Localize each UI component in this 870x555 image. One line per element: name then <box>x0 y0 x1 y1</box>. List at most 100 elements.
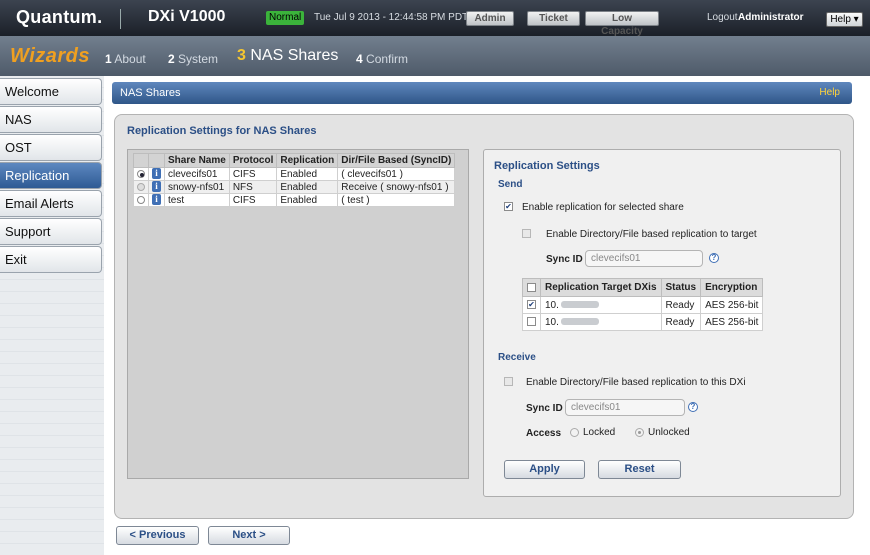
target-checkbox[interactable] <box>527 317 536 327</box>
sidebar-item-email-alerts[interactable]: Email Alerts <box>0 190 102 217</box>
access-unlocked-option[interactable]: Unlocked <box>635 427 690 438</box>
info-icon[interactable]: i <box>152 168 161 180</box>
info-icon[interactable]: i <box>152 181 161 193</box>
logout-link[interactable]: Logout <box>707 12 738 23</box>
settings-title: Replication Settings <box>494 160 600 172</box>
row-info-cell[interactable]: i <box>148 180 165 194</box>
access-label: Access <box>526 428 562 439</box>
step-label: About <box>114 52 146 66</box>
select-all-targets-header[interactable] <box>522 278 541 297</box>
row-radio-cell[interactable] <box>133 180 149 194</box>
table-row[interactable]: 10. Ready AES 256-bit <box>522 313 764 331</box>
step-label: Confirm <box>366 52 409 66</box>
enable-replication-checkbox[interactable]: ✔ <box>504 202 513 211</box>
wizard-bar: Wizards 1 About 2 System 3 NAS Shares 4 … <box>0 36 870 76</box>
section-title: Replication Settings for NAS Shares <box>127 125 317 137</box>
user-name: Administrator <box>738 12 804 23</box>
replication-settings-panel: Replication Settings Send ✔ Enable repli… <box>483 149 841 497</box>
sidebar-item-replication[interactable]: Replication <box>0 162 102 189</box>
step-label: NAS Shares <box>250 47 339 64</box>
wizard-step-nas-shares[interactable]: 3 NAS Shares <box>237 47 338 65</box>
top-bar: Quantum. DXi V1000 Normal Tue Jul 9 2013… <box>0 0 870 37</box>
send-sync-id-input[interactable]: clevecifs01 <box>585 250 703 267</box>
target-ip-cell: 10. <box>540 296 662 314</box>
column-header-share-name[interactable]: Share Name <box>164 153 230 168</box>
target-encryption-cell: AES 256-bit <box>700 313 764 331</box>
apply-button[interactable]: Apply <box>504 460 585 479</box>
product-name: DXi V1000 <box>148 8 226 25</box>
system-datetime: Tue Jul 9 2013 - 12:44:58 PM PDT <box>314 12 469 23</box>
receive-sync-id-input[interactable]: clevecifs01 <box>565 399 685 416</box>
reset-button[interactable]: Reset <box>598 460 681 479</box>
wizard-step-about[interactable]: 1 About <box>105 52 146 66</box>
wizard-step-confirm[interactable]: 4 Confirm <box>356 52 408 66</box>
sync-id-cell: ( clevecifs01 ) <box>337 167 456 181</box>
select-all-targets-checkbox[interactable] <box>527 282 536 292</box>
target-ip-cell: 10. <box>540 313 662 331</box>
step-number: 2 <box>168 52 175 66</box>
wizard-step-system[interactable]: 2 System <box>168 52 218 66</box>
target-checkbox-cell[interactable] <box>522 313 541 331</box>
column-header-status: Status <box>660 278 702 297</box>
row-select-radio[interactable] <box>137 182 145 191</box>
sync-id-cell: ( test ) <box>337 193 456 207</box>
enable-dir-based-send-label: Enable Directory/File based replication … <box>546 229 757 240</box>
info-icon[interactable]: i <box>152 194 161 206</box>
target-checkbox[interactable]: ✔ <box>527 300 536 310</box>
target-status-cell: Ready <box>660 296 702 314</box>
ticket-button[interactable]: Ticket <box>527 11 580 26</box>
page-title-bar: NAS Shares Help <box>112 82 852 104</box>
brand-divider <box>120 9 121 29</box>
sidebar-item-welcome[interactable]: Welcome <box>0 78 102 105</box>
column-header-sync-id[interactable]: Dir/File Based (SyncID) <box>337 153 456 168</box>
column-header-target-dxi: Replication Target DXis <box>540 278 662 297</box>
table-row[interactable]: i test CIFS Enabled ( test ) <box>133 193 456 207</box>
table-row[interactable]: i snowy-nfs01 NFS Enabled Receive ( snow… <box>133 180 456 194</box>
row-select-radio[interactable] <box>137 169 145 178</box>
sidebar-item-support[interactable]: Support <box>0 218 102 245</box>
column-header-replication[interactable]: Replication <box>276 153 339 168</box>
help-menu-button[interactable]: Help ▾ <box>826 12 863 27</box>
send-section-label: Send <box>498 179 523 190</box>
share-table: Share Name Protocol Replication Dir/File… <box>133 153 456 207</box>
enable-dir-based-send-checkbox[interactable] <box>522 229 531 238</box>
access-locked-option[interactable]: Locked <box>570 427 615 438</box>
previous-button[interactable]: < Previous <box>116 526 199 545</box>
access-unlocked-label: Unlocked <box>648 427 690 438</box>
access-unlocked-radio[interactable] <box>635 427 644 437</box>
protocol-cell: CIFS <box>228 193 278 207</box>
help-question-icon[interactable]: ? <box>688 402 698 412</box>
status-badge[interactable]: Normal <box>266 11 305 25</box>
row-info-cell[interactable]: i <box>148 167 165 181</box>
content-panel: Replication Settings for NAS Shares Shar… <box>114 114 854 519</box>
page-title: NAS Shares <box>120 87 181 99</box>
help-question-icon[interactable]: ? <box>709 253 719 263</box>
low-capacity-button[interactable]: Low Capacity <box>585 11 659 37</box>
row-radio-cell[interactable] <box>133 193 149 207</box>
sync-id-cell: Receive ( snowy-nfs01 ) <box>337 180 456 194</box>
replication-cell: Enabled <box>276 180 339 194</box>
protocol-cell: NFS <box>228 180 278 194</box>
help-link[interactable]: Help <box>819 82 840 104</box>
admin-button[interactable]: Admin <box>466 11 514 26</box>
redacted-ip <box>560 301 599 309</box>
row-info-cell[interactable]: i <box>148 193 165 207</box>
row-radio-cell[interactable] <box>133 167 149 181</box>
access-locked-radio[interactable] <box>570 427 579 437</box>
share-name-cell: clevecifs01 <box>164 167 230 181</box>
sidebar-item-nas[interactable]: NAS <box>0 106 102 133</box>
sidebar-item-ost[interactable]: OST <box>0 134 102 161</box>
step-number: 3 <box>237 47 246 64</box>
enable-dir-based-receive-checkbox[interactable] <box>504 377 513 386</box>
table-row[interactable]: i clevecifs01 CIFS Enabled ( clevecifs01… <box>133 167 456 181</box>
row-select-radio[interactable] <box>137 195 145 204</box>
column-header-protocol[interactable]: Protocol <box>228 153 278 168</box>
table-row[interactable]: ✔ 10. Ready AES 256-bit <box>522 296 764 314</box>
access-locked-label: Locked <box>583 427 616 438</box>
target-encryption-cell: AES 256-bit <box>700 296 764 314</box>
next-button[interactable]: Next > <box>208 526 290 545</box>
main-area: NAS Shares Help Replication Settings for… <box>104 76 870 555</box>
sidebar-item-exit[interactable]: Exit <box>0 246 102 273</box>
receive-sync-id-label: Sync ID <box>526 403 563 414</box>
target-checkbox-cell[interactable]: ✔ <box>522 296 541 314</box>
